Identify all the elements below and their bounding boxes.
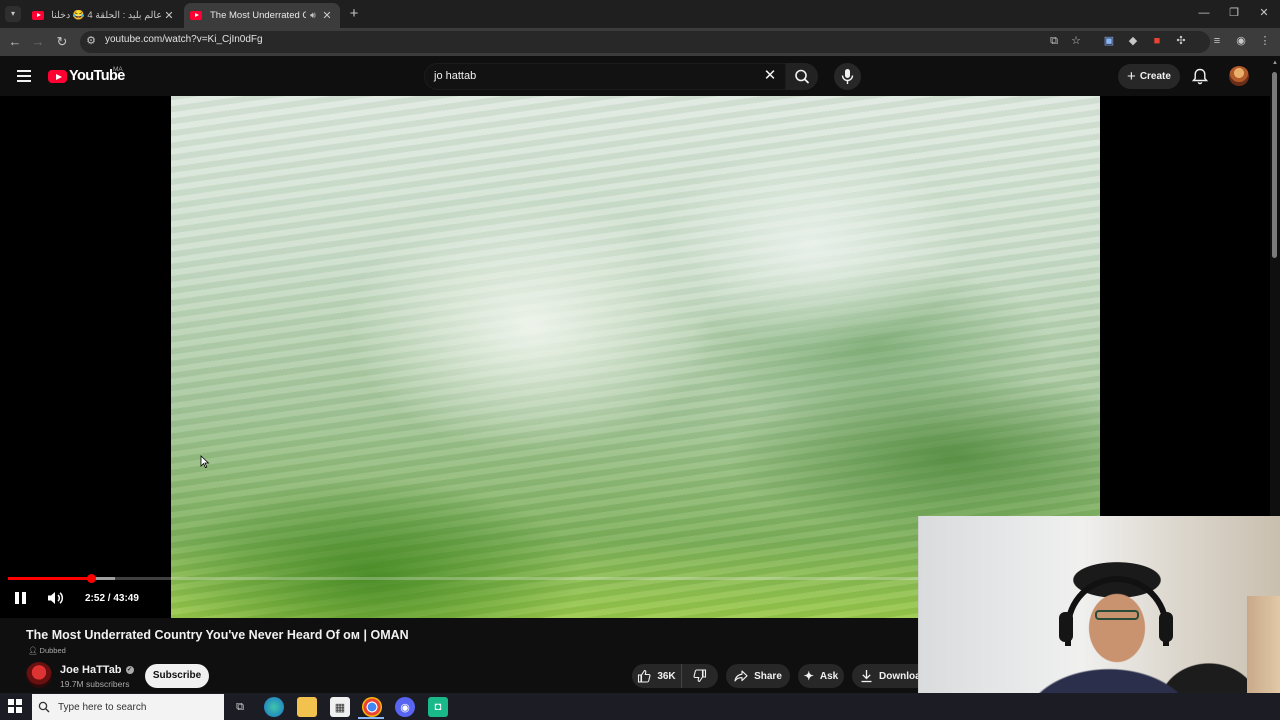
- extensions-puzzle-icon[interactable]: ✣: [1174, 34, 1188, 48]
- discord-icon[interactable]: ◉: [395, 697, 415, 717]
- app-icon[interactable]: ◘: [428, 697, 448, 717]
- browser-tab[interactable]: عالم بليد : الحلقة 4 😂 دخلنا غرفة ✕: [26, 3, 182, 28]
- media-control-icon[interactable]: ≡: [1210, 34, 1224, 48]
- progress-played: [8, 577, 92, 580]
- search-icon: [795, 69, 809, 84]
- forward-icon[interactable]: →: [29, 33, 47, 51]
- windows-start-icon[interactable]: [8, 699, 22, 713]
- restore-button[interactable]: ❐: [1224, 4, 1244, 22]
- search-input-value[interactable]: jo hattab: [434, 70, 476, 82]
- tab-audio-icon[interactable]: 🔊︎: [306, 10, 320, 21]
- subscribe-button[interactable]: Subscribe: [145, 664, 209, 688]
- dubbed-label: Dubbed: [39, 646, 66, 655]
- thumbs-up-icon: [638, 669, 651, 683]
- time-display: 2:52 / 43:49: [85, 593, 139, 604]
- share-icon: [734, 670, 748, 682]
- file-explorer-icon[interactable]: [297, 697, 317, 717]
- video-title: The Most Underrated Country You've Never…: [26, 628, 409, 642]
- back-icon[interactable]: ←: [6, 33, 24, 51]
- chrome-icon[interactable]: [362, 697, 382, 717]
- extension-red-icon[interactable]: ■: [1150, 34, 1164, 48]
- microsoft-store-icon[interactable]: ▦: [330, 697, 350, 717]
- search-input[interactable]: [424, 63, 786, 90]
- edge-browser-icon[interactable]: [264, 697, 284, 717]
- youtube-favicon-icon: [32, 11, 44, 20]
- glasses-image: [1095, 610, 1139, 620]
- taskbar-search-placeholder: Type here to search: [58, 701, 147, 713]
- scroll-up-icon[interactable]: ▲: [1271, 60, 1279, 66]
- voice-search-button[interactable]: [834, 63, 861, 90]
- user-avatar[interactable]: [1229, 66, 1249, 86]
- channel-name-row[interactable]: Joe HaTTab ✓: [60, 664, 134, 676]
- new-tab-button[interactable]: +: [345, 5, 363, 23]
- search-button[interactable]: [786, 63, 818, 90]
- share-label: Share: [754, 670, 782, 682]
- youtube-favicon-icon: [190, 11, 202, 20]
- extension-icon[interactable]: ◆: [1126, 34, 1140, 48]
- headset-earcup-right: [1159, 612, 1173, 642]
- bookmark-star-icon[interactable]: ☆: [1069, 34, 1083, 48]
- dubbed-badge: 👤︎ Dubbed: [28, 646, 66, 655]
- close-window-button[interactable]: ✕: [1254, 4, 1274, 22]
- volume-button[interactable]: [46, 590, 66, 606]
- subscriber-count: 19.7M subscribers: [60, 679, 130, 689]
- tab-close-icon[interactable]: ✕: [162, 9, 176, 22]
- like-button[interactable]: 36K: [632, 664, 682, 688]
- tab-title: عالم بليد : الحلقة 4 😂 دخلنا غرفة: [52, 10, 162, 21]
- channel-name[interactable]: Joe HaTTab: [60, 664, 122, 676]
- search-icon: [38, 701, 50, 713]
- active-app-indicator: [358, 717, 384, 719]
- ask-button[interactable]: ✦ Ask: [798, 664, 844, 688]
- url-text[interactable]: youtube.com/watch?v=Ki_CjIn0dFg: [105, 34, 263, 45]
- mouse-cursor-icon: [200, 455, 210, 469]
- share-button[interactable]: Share: [726, 664, 790, 688]
- like-dislike-group: 36K: [632, 664, 718, 688]
- install-app-icon[interactable]: ⧉: [1047, 34, 1061, 48]
- youtube-logo-icon[interactable]: [48, 70, 67, 83]
- sparkle-icon: ✦: [803, 669, 814, 683]
- download-icon: [861, 670, 872, 683]
- dislike-button[interactable]: [682, 664, 718, 688]
- ask-label: Ask: [819, 670, 839, 682]
- minimize-button[interactable]: —: [1194, 4, 1214, 22]
- webcam-overlay: [918, 516, 1280, 720]
- tab-title: The Most Underrated Coun: [210, 10, 306, 21]
- verified-check-icon: ✓: [125, 666, 134, 674]
- headset-earcup-left: [1059, 612, 1073, 642]
- hamburger-menu-icon[interactable]: [17, 70, 31, 82]
- search-clear-icon[interactable]: ✕: [762, 67, 778, 85]
- like-count: 36K: [657, 670, 676, 682]
- browser-menu-icon[interactable]: ⋮: [1258, 34, 1272, 48]
- progress-scrubber[interactable]: [86, 574, 96, 583]
- notifications-bell-icon[interactable]: [1191, 68, 1209, 85]
- task-view-icon[interactable]: ⧉: [230, 697, 250, 717]
- create-label: Create: [1139, 71, 1171, 82]
- channel-avatar[interactable]: [26, 662, 52, 688]
- tab-search-button[interactable]: ▾: [5, 6, 21, 22]
- person-icon: 👤︎: [28, 646, 38, 655]
- reload-icon[interactable]: ↻: [53, 33, 71, 51]
- taskbar-search-box[interactable]: Type here to search: [32, 694, 224, 720]
- site-info-icon[interactable]: ⚙: [84, 34, 98, 48]
- microphone-icon: [841, 69, 854, 84]
- volume-icon: [48, 592, 64, 604]
- thumbs-down-icon: [693, 669, 707, 683]
- plus-icon: +: [1127, 68, 1136, 85]
- profile-icon[interactable]: ◉: [1234, 34, 1248, 48]
- tab-close-icon[interactable]: ✕: [320, 9, 334, 22]
- translate-extension-icon[interactable]: ▣: [1102, 34, 1116, 48]
- scrollbar-thumb[interactable]: [1272, 72, 1277, 258]
- pause-icon: [15, 592, 19, 604]
- country-code: MA: [113, 66, 123, 73]
- pause-button[interactable]: [13, 590, 29, 606]
- create-button[interactable]: + Create: [1118, 64, 1180, 89]
- browser-tab-active[interactable]: The Most Underrated Coun 🔊︎ ✕: [184, 3, 340, 28]
